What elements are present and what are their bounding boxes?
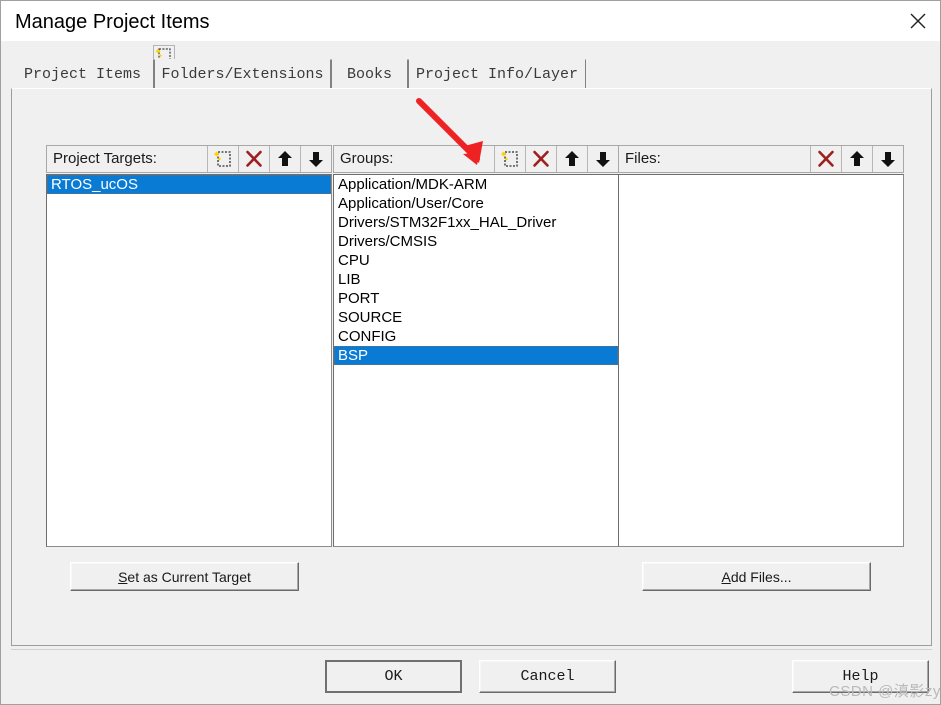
tab-label: Books	[346, 65, 392, 83]
list-item[interactable]: CONFIG	[334, 327, 618, 346]
files-header: Files:	[618, 145, 904, 173]
add-files-button[interactable]: Add Files...	[642, 562, 871, 591]
window-title: Manage Project Items	[15, 11, 210, 33]
tab-label: Project Info/Layer	[415, 65, 579, 83]
list-item[interactable]: PORT	[334, 289, 618, 308]
move-up-icon	[850, 151, 864, 166]
tab-project-items[interactable]: Project Items	[11, 59, 154, 88]
groups-label: Groups:	[340, 150, 394, 167]
files-list[interactable]	[618, 174, 904, 547]
groups-toolbar	[494, 146, 618, 172]
targets-move-up-button[interactable]	[269, 146, 300, 172]
list-item[interactable]: BSP	[334, 346, 618, 365]
tab-content-panel: Project Targets: RTOS_ucOS Groups: Appli…	[11, 88, 932, 646]
groups-delete-button[interactable]	[525, 146, 556, 172]
set-as-current-target-button[interactable]: Set as Current Target	[70, 562, 299, 591]
list-item[interactable]: Application/MDK-ARM	[334, 175, 618, 194]
list-item[interactable]: LIB	[334, 270, 618, 289]
files-toolbar	[810, 146, 903, 172]
groups-column: Groups: Application/MDK-ARM Application/…	[333, 145, 619, 547]
delete-icon	[818, 150, 834, 167]
tab-books[interactable]: Books	[331, 59, 408, 88]
groups-move-down-button[interactable]	[587, 146, 618, 172]
targets-delete-button[interactable]	[238, 146, 269, 172]
close-icon[interactable]	[894, 1, 940, 41]
tab-strip: Project Items Folders/Extensions Books P…	[11, 59, 932, 89]
delete-icon	[246, 150, 262, 167]
files-move-down-button[interactable]	[872, 146, 903, 172]
files-label: Files:	[625, 150, 661, 167]
move-down-icon	[309, 152, 323, 167]
button-label-rest: dd Files...	[730, 568, 792, 585]
manage-project-items-dialog: Manage Project Items Project Items Folde…	[0, 0, 941, 705]
list-item[interactable]: RTOS_ucOS	[47, 175, 331, 194]
tab-label: Folders/Extensions	[161, 65, 324, 83]
groups-new-item-button[interactable]	[494, 146, 525, 172]
new-item-icon	[501, 151, 518, 167]
list-item[interactable]: Application/User/Core	[334, 194, 618, 213]
delete-icon	[533, 150, 549, 167]
files-column: Files:	[618, 145, 904, 547]
help-label: Help	[842, 668, 879, 685]
accel-letter: A	[721, 568, 731, 585]
project-targets-header: Project Targets:	[46, 145, 332, 173]
groups-move-up-button[interactable]	[556, 146, 587, 172]
new-item-icon	[214, 151, 231, 167]
help-button[interactable]: Help	[792, 660, 929, 693]
cancel-label: Cancel	[520, 668, 575, 685]
project-targets-list[interactable]: RTOS_ucOS	[46, 174, 332, 547]
tab-folders-extensions[interactable]: Folders/Extensions	[154, 59, 331, 88]
list-item[interactable]: Drivers/CMSIS	[334, 232, 618, 251]
project-targets-column: Project Targets: RTOS_ucOS	[46, 145, 332, 547]
list-item[interactable]: SOURCE	[334, 308, 618, 327]
files-delete-button[interactable]	[810, 146, 841, 172]
project-targets-toolbar	[207, 146, 331, 172]
move-up-icon	[565, 151, 579, 166]
tab-project-info-layer[interactable]: Project Info/Layer	[408, 59, 586, 88]
button-label-rest: et as Current Target	[127, 568, 251, 585]
groups-header: Groups:	[333, 145, 619, 173]
move-up-icon	[278, 151, 292, 166]
tab-label: Project Items	[23, 65, 142, 83]
move-down-icon	[881, 152, 895, 167]
files-move-up-button[interactable]	[841, 146, 872, 172]
project-targets-label: Project Targets:	[53, 150, 157, 167]
list-item[interactable]: Drivers/STM32F1xx_HAL_Driver	[334, 213, 618, 232]
targets-new-item-button[interactable]	[207, 146, 238, 172]
cancel-button[interactable]: Cancel	[479, 660, 616, 693]
targets-move-down-button[interactable]	[300, 146, 331, 172]
move-down-icon	[596, 152, 610, 167]
groups-list[interactable]: Application/MDK-ARM Application/User/Cor…	[333, 174, 619, 547]
ok-label: OK	[384, 668, 403, 685]
title-bar: Manage Project Items	[1, 1, 940, 41]
list-item[interactable]: CPU	[334, 251, 618, 270]
ok-button[interactable]: OK	[325, 660, 462, 693]
dialog-separator	[11, 649, 932, 650]
